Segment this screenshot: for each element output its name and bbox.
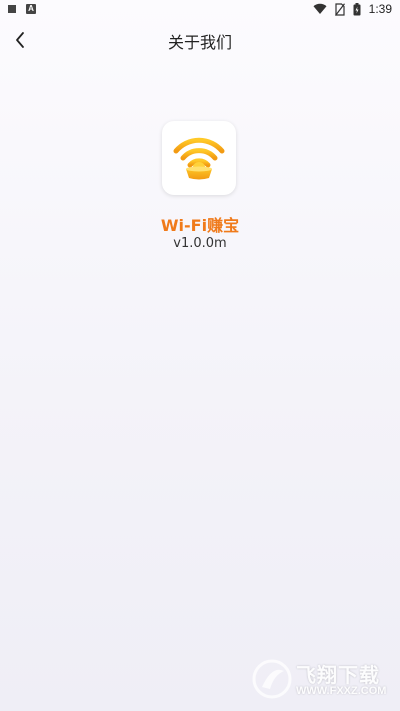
wifi-icon <box>313 3 327 15</box>
site-watermark: 飞翔下载 WWW.FXXZ.COM <box>252 657 392 705</box>
app-header: 关于我们 <box>0 20 400 60</box>
status-time: 1:39 <box>368 2 392 16</box>
a-badge-icon: A <box>26 4 36 14</box>
notification-square-icon <box>8 5 16 13</box>
app-version: v1.0.0m <box>173 236 227 251</box>
app-name: Wi-Fi赚宝 <box>160 216 240 235</box>
no-sim-icon <box>334 2 345 16</box>
watermark-logo-icon <box>252 659 292 699</box>
status-bar: A 1:39 <box>0 0 400 20</box>
status-left: A <box>8 4 36 14</box>
watermark-url: WWW.FXXZ.COM <box>296 685 387 697</box>
status-right: 1:39 <box>313 2 392 16</box>
battery-icon <box>353 2 361 15</box>
app-logo <box>162 121 236 195</box>
watermark-title: 飞翔下载 <box>296 663 380 687</box>
wifi-gold-ingot-icon <box>173 137 225 180</box>
page-title: 关于我们 <box>167 33 232 52</box>
